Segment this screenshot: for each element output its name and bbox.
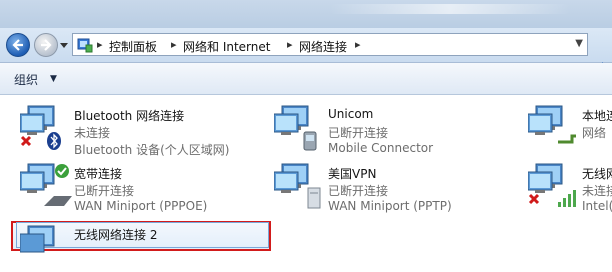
network-monitor-icon	[528, 163, 576, 207]
breadcrumb-separator[interactable]: ▸	[355, 38, 361, 51]
connection-name: 无线网络连接 2	[74, 228, 158, 242]
breadcrumb-network-connections[interactable]: 网络连接	[299, 38, 347, 55]
connection-name: 美国VPN	[328, 167, 377, 181]
connection-device: Bluetooth 设备(个人区域网)	[74, 143, 230, 157]
check-icon	[55, 164, 69, 178]
breadcrumb-control-panel[interactable]: 控制面板	[109, 38, 157, 55]
forward-button[interactable]	[34, 33, 58, 57]
error-x-icon	[20, 135, 32, 147]
history-dropdown-icon[interactable]	[60, 41, 68, 49]
connection-device: WAN Miniport (PPTP)	[328, 199, 452, 213]
breadcrumb-network-internet[interactable]: 网络和 Internet	[183, 38, 270, 55]
network-monitor-icon	[20, 105, 61, 150]
error-x-icon	[528, 193, 540, 205]
forward-arrow-icon	[41, 39, 52, 51]
ethernet-plug-icon	[558, 134, 576, 144]
network-monitor-icon	[274, 163, 321, 209]
command-toolbar: 组织 ▼	[0, 63, 612, 95]
title-strip-blur	[330, 4, 570, 14]
connection-status: 已断开连接	[328, 184, 389, 198]
connection-device: Intel(	[582, 199, 612, 213]
address-bar[interactable]: ▸ 控制面板 ▸ 网络和 Internet ▸ 网络连接 ▸ ▼	[72, 33, 588, 56]
control-panel-icon	[77, 38, 93, 53]
connection-status: 未连接	[582, 184, 612, 198]
connection-device: Mobile Connector	[328, 141, 434, 155]
network-monitor-icon	[528, 105, 576, 144]
back-button[interactable]	[6, 33, 30, 57]
connection-name: 宽带连接	[74, 167, 123, 181]
window-title-strip	[0, 0, 612, 28]
connection-name: 本地连	[582, 109, 612, 123]
breadcrumb-separator[interactable]: ▸	[287, 38, 293, 51]
connection-device: WAN Miniport (PPPOE)	[74, 199, 208, 213]
server-tower-icon	[307, 187, 321, 209]
signal-bars-icon	[558, 190, 576, 207]
chevron-down-icon[interactable]: ▼	[50, 74, 57, 84]
connection-status: 已断开连接	[74, 184, 135, 198]
network-monitor-icon	[20, 225, 55, 253]
address-dropdown-icon[interactable]: ▼	[575, 38, 583, 49]
network-monitor-icon	[20, 163, 72, 206]
connection-status: 未连接	[74, 126, 111, 140]
connection-name: Unicom	[328, 107, 374, 121]
network-monitor-icon	[274, 105, 317, 151]
breadcrumb-separator[interactable]: ▸	[171, 38, 177, 51]
back-arrow-icon	[12, 39, 23, 51]
breadcrumb-separator[interactable]: ▸	[97, 38, 103, 51]
navigation-row: ▸ 控制面板 ▸ 网络和 Internet ▸ 网络连接 ▸ ▼	[0, 28, 612, 79]
connection-status: 已断开连接	[328, 126, 389, 140]
modem-icon	[44, 196, 72, 206]
connection-status: 网络	[582, 126, 607, 140]
connection-name: Bluetooth 网络连接	[74, 109, 185, 123]
connection-name: 无线网	[582, 167, 612, 181]
organize-menu[interactable]: 组织	[14, 71, 38, 88]
